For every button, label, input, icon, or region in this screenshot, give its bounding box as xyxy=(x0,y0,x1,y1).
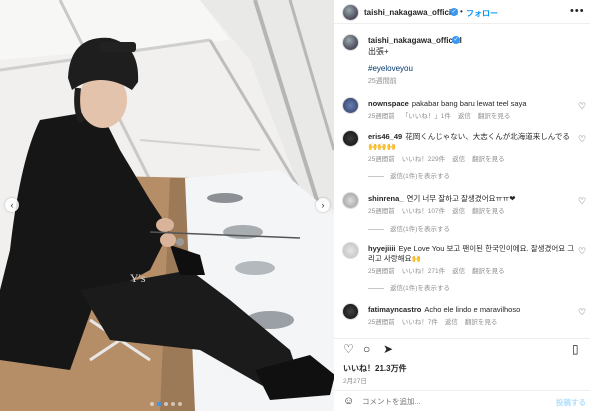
comment-item: fatimayncastro Acho ele lindo e maravilho… xyxy=(334,303,590,331)
view-replies-label: 返信(1件)を表示する xyxy=(390,226,450,233)
comment-time[interactable]: 25週間前 xyxy=(368,208,395,215)
replies-divider xyxy=(368,228,384,230)
comment-item: eris46_49 花岡くんじゃない、大志くんが北海道来しんでる🙌🙌🙌 25週間前… xyxy=(334,130,590,180)
translate-button[interactable]: 翻訳を見る xyxy=(472,208,505,215)
commenter-username[interactable]: shinrena_ xyxy=(368,194,403,203)
previous-photo-button[interactable]: ‹ xyxy=(5,198,19,212)
view-replies-button[interactable]: 返信(1件)を表示する xyxy=(368,170,450,180)
post-photo[interactable]: Y's ‹ › xyxy=(0,0,334,411)
caption-text: 出張+ xyxy=(368,47,389,56)
comment-body: eris46_49 花岡くんじゃない、大志くんが北海道来しんでる🙌🙌🙌 xyxy=(368,132,576,152)
comment-meta: 25週間前 いいね！107件 返信 翻訳を見る xyxy=(368,205,512,215)
commenter-username[interactable]: hyyejiiii xyxy=(368,244,396,253)
carousel-dot-active xyxy=(157,402,161,406)
comment-text: Acho ele lindo e maravilhoso xyxy=(424,305,521,314)
svg-text:Y's: Y's xyxy=(130,271,146,285)
comment-like-heart-icon[interactable]: ♡ xyxy=(578,134,586,145)
post-comment-button[interactable]: 投稿する xyxy=(556,397,586,408)
replies-divider xyxy=(368,175,384,177)
comment-body: hyyejiiii Eye Love You 보고 팬이된 한국인이에요. 잘생겼… xyxy=(368,244,576,264)
comment-meta: 25週間前 「いいね！」1件 返信 翻訳を見る xyxy=(368,110,517,120)
caption-hashtag-link[interactable]: #eyeloveyou xyxy=(368,64,413,73)
comment-likes[interactable]: いいね！271件 xyxy=(402,268,445,275)
carousel-dot xyxy=(164,402,168,406)
commenter-username[interactable]: nownspace xyxy=(368,99,409,108)
translate-button[interactable]: 翻訳を見る xyxy=(478,113,511,120)
commenter-avatar[interactable] xyxy=(342,97,359,114)
comment-likes[interactable]: いいね！229件 xyxy=(402,156,445,163)
follow-button[interactable]: フォロー xyxy=(466,8,498,19)
more-horizontal-icon[interactable]: ••• xyxy=(570,5,585,17)
commenter-avatar[interactable] xyxy=(342,242,359,259)
bookmark-icon[interactable]: ▯ xyxy=(572,343,579,355)
comment-text: pakabar bang baru lewat teel saya xyxy=(411,99,527,108)
commenter-avatar[interactable] xyxy=(342,303,359,320)
post-header: taishi_nakagawa_official ✓ • フォロー ••• xyxy=(334,0,590,24)
like-count[interactable]: いいね！21.3万件 xyxy=(343,363,407,374)
commenter-avatar[interactable] xyxy=(342,130,359,147)
reply-button[interactable]: 返信 xyxy=(452,208,465,215)
comment-item: nownspace pakabar bang baru lewat teel sa… xyxy=(334,97,590,125)
comment-likes[interactable]: いいね！107件 xyxy=(402,208,445,215)
comment-composer: ☺ 投稿する xyxy=(334,390,590,411)
emoji-icon[interactable]: ☺ xyxy=(343,395,354,407)
post-date[interactable]: 2月27日 xyxy=(343,375,367,385)
carousel-dot xyxy=(150,402,154,406)
comment-time[interactable]: 25週間前 xyxy=(368,113,395,120)
heart-icon[interactable]: ♡ xyxy=(343,343,354,355)
reply-button[interactable]: 返信 xyxy=(452,268,465,275)
carousel-dot xyxy=(171,402,175,406)
verified-badge-icon: ✓ xyxy=(452,36,460,44)
comment-text: 연기 너무 잘하고 잘생겼어요ㅠㅠ❤ xyxy=(406,194,516,203)
comment-time[interactable]: 25週間前 xyxy=(368,319,395,326)
comment-time[interactable]: 25週間前 xyxy=(368,156,395,163)
view-replies-button[interactable]: 返信(1件)を表示する xyxy=(368,282,450,292)
translate-button[interactable]: 翻訳を見る xyxy=(465,319,498,326)
comment-like-heart-icon[interactable]: ♡ xyxy=(578,101,586,112)
comment-time[interactable]: 25週間前 xyxy=(368,268,395,275)
ice-fishing-scene: Y's xyxy=(0,0,334,411)
replies-divider xyxy=(368,287,384,289)
carousel-indicator xyxy=(150,402,182,406)
comment-text: Eye Love You 보고 팬이된 한국인이에요. 잘생겼어요 그리고 사랑… xyxy=(368,244,575,263)
comment-like-heart-icon[interactable]: ♡ xyxy=(578,246,586,257)
comment-body: fatimayncastro Acho ele lindo e maravilho… xyxy=(368,305,576,315)
reply-button[interactable]: 返信 xyxy=(445,319,458,326)
translate-button[interactable]: 翻訳を見る xyxy=(472,156,505,163)
comment-meta: 25週間前 いいね！271件 返信 翻訳を見る xyxy=(368,265,512,275)
comment-likes[interactable]: 「いいね！」1件 xyxy=(402,113,451,120)
comment-item: hyyejiiii Eye Love You 보고 팬이된 한국인이에요. 잘생겼… xyxy=(334,242,590,294)
view-replies-label: 返信(1件)を表示する xyxy=(390,173,450,180)
share-icon[interactable]: ➤ xyxy=(383,343,393,355)
comment-meta: 25週間前 いいね！7件 返信 翻訳を見る xyxy=(368,316,504,326)
verified-badge-icon: ✓ xyxy=(450,8,458,16)
reply-button[interactable]: 返信 xyxy=(452,156,465,163)
comment-like-heart-icon[interactable]: ♡ xyxy=(578,307,586,318)
comment-input[interactable] xyxy=(362,397,542,406)
author-username[interactable]: taishi_nakagawa_official xyxy=(364,8,458,17)
comment-body: shinrena_ 연기 너무 잘하고 잘생겼어요ㅠㅠ❤ xyxy=(368,194,576,204)
commenter-username[interactable]: fatimayncastro xyxy=(368,305,421,314)
commenter-username[interactable]: eris46_49 xyxy=(368,132,402,141)
translate-button[interactable]: 翻訳を見る xyxy=(472,268,505,275)
reply-button[interactable]: 返信 xyxy=(458,113,471,120)
comment-likes[interactable]: いいね！7件 xyxy=(402,319,438,326)
comment-icon[interactable]: ○ xyxy=(363,343,370,355)
caption-time[interactable]: 25週間前 xyxy=(368,76,397,86)
comment-item: shinrena_ 연기 너무 잘하고 잘생겼어요ㅠㅠ❤ 25週間前 いいね！107… xyxy=(334,192,590,234)
caption-author-avatar[interactable] xyxy=(342,34,359,51)
comment-like-heart-icon[interactable]: ♡ xyxy=(578,196,586,207)
commenter-avatar[interactable] xyxy=(342,192,359,209)
post-action-bar: ♡ ○ ➤ ▯ xyxy=(334,338,590,358)
author-avatar[interactable] xyxy=(342,4,359,21)
next-photo-button[interactable]: › xyxy=(316,198,330,212)
comment-meta: 25週間前 いいね！229件 返信 翻訳を見る xyxy=(368,153,512,163)
post-side-panel: taishi_nakagawa_official ✓ • フォロー ••• ta… xyxy=(334,0,590,411)
view-replies-button[interactable]: 返信(1件)を表示する xyxy=(368,223,450,233)
view-replies-label: 返信(1件)を表示する xyxy=(390,285,450,292)
comment-body: nownspace pakabar bang baru lewat teel sa… xyxy=(368,99,576,109)
carousel-dot xyxy=(178,402,182,406)
caption-author-username[interactable]: taishi_nakagawa_official xyxy=(368,36,462,45)
separator-dot: • xyxy=(460,7,463,16)
